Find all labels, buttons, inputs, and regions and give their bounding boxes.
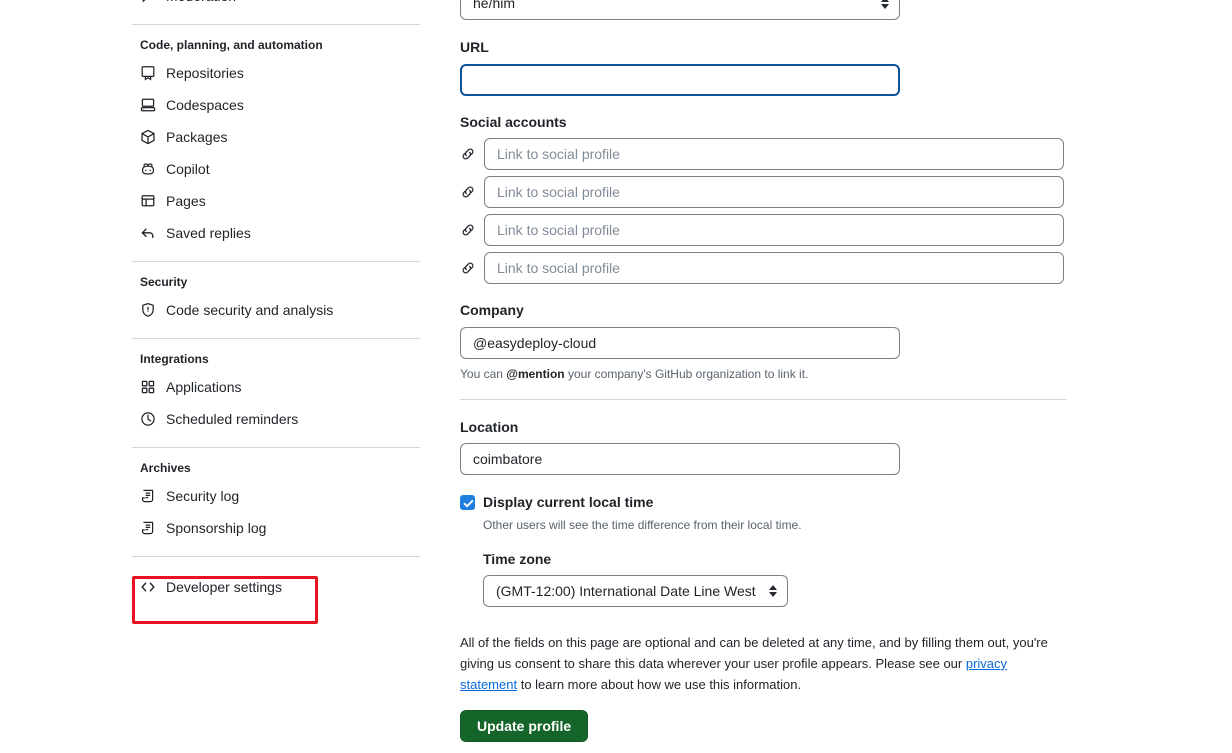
- sidebar-item-moderation[interactable]: Moderation: [132, 0, 422, 12]
- sidebar-item-label: Copilot: [166, 161, 210, 177]
- sidebar-item-label: Security log: [166, 488, 240, 504]
- sidebar-divider: [132, 24, 420, 25]
- package-icon: [140, 129, 156, 145]
- legal-text-part-1: All of the fields on this page are optio…: [460, 635, 1048, 671]
- sidebar-group-archives: Archives Security log Sponsorship log: [132, 462, 422, 544]
- sidebar-item-label: Saved replies: [166, 225, 251, 241]
- sidebar-group-integrations: Integrations Applications Scheduled remi…: [132, 353, 422, 435]
- sidebar-divider: [132, 261, 420, 262]
- social-profile-input[interactable]: [484, 176, 1064, 209]
- report-icon: [140, 0, 156, 4]
- apps-grid-icon: [140, 379, 156, 395]
- display-local-time-checkbox[interactable]: [460, 495, 475, 511]
- reply-icon: [140, 225, 156, 241]
- company-input[interactable]: [460, 326, 900, 359]
- pronouns-select[interactable]: [460, 0, 900, 20]
- sidebar-item-copilot[interactable]: Copilot: [132, 153, 422, 185]
- codespaces-icon: [140, 97, 156, 113]
- sidebar-divider: [132, 447, 420, 448]
- company-hint-before: You can: [460, 366, 507, 381]
- sidebar-item-label: Applications: [166, 379, 242, 395]
- url-label: URL: [460, 39, 489, 55]
- sidebar-divider: [132, 338, 420, 339]
- code-brackets-icon: [140, 579, 156, 595]
- legal-text-part-2: to learn more about how we use this info…: [517, 676, 802, 692]
- pronouns-select-wrapper: [460, 0, 900, 20]
- display-local-time-hint: Other users will see the time difference…: [483, 517, 802, 532]
- sidebar-item-scheduled-reminders[interactable]: Scheduled reminders: [132, 403, 422, 435]
- link-icon: [460, 146, 476, 162]
- sidebar-item-label: Moderation: [166, 0, 236, 3]
- sidebar-item-label: Scheduled reminders: [166, 411, 299, 427]
- sidebar-item-developer-settings[interactable]: Developer settings: [132, 571, 422, 603]
- sidebar-group-title: Integrations: [140, 352, 209, 366]
- sidebar-group-title: Code, planning, and automation: [140, 38, 323, 52]
- repo-icon: [140, 65, 156, 81]
- social-account-row: [460, 252, 1067, 285]
- log-scroll-icon: [140, 488, 156, 504]
- link-icon: [460, 184, 476, 200]
- social-profile-input[interactable]: [484, 138, 1064, 171]
- sidebar-group-title: Security: [140, 275, 188, 289]
- form-divider: [460, 398, 1067, 400]
- company-hint-after: your company's GitHub organization to li…: [564, 366, 809, 381]
- timezone-label: Time zone: [483, 550, 552, 567]
- sidebar-group-title: Archives: [140, 461, 191, 475]
- sidebar-item-applications[interactable]: Applications: [132, 371, 422, 403]
- legal-text: All of the fields on this page are optio…: [460, 633, 1067, 695]
- display-local-time-row: Display current local time: [460, 493, 1067, 511]
- sidebar-item-sponsorship-log[interactable]: Sponsorship log: [132, 512, 422, 544]
- link-icon: [460, 260, 476, 276]
- clock-icon: [140, 411, 156, 427]
- location-label: Location: [460, 418, 519, 435]
- sidebar-item-codespaces[interactable]: Codespaces: [132, 89, 422, 121]
- sidebar-group-code-planning-automation: Code, planning, and automation Repositor…: [132, 39, 422, 249]
- sidebar-item-label: Codespaces: [166, 97, 244, 113]
- chevron-down-icon[interactable]: [398, 0, 414, 4]
- update-profile-button[interactable]: Update profile: [460, 709, 589, 742]
- shield-check-icon: [140, 302, 156, 318]
- sidebar-item-label: Developer settings: [166, 579, 282, 595]
- display-local-time-label[interactable]: Display current local time: [483, 493, 653, 511]
- link-icon: [460, 222, 476, 238]
- timezone-select-wrapper: [483, 575, 788, 608]
- sidebar-item-pages[interactable]: Pages: [132, 185, 422, 217]
- sidebar-item-code-security-and-analysis[interactable]: Code security and analysis: [132, 294, 422, 326]
- company-hint-mention: @mention: [506, 366, 565, 381]
- url-input[interactable]: [460, 63, 900, 96]
- pages-icon: [140, 193, 156, 209]
- sidebar-divider: [132, 556, 420, 557]
- social-profile-input[interactable]: [484, 252, 1064, 285]
- copilot-icon: [140, 161, 156, 177]
- location-input[interactable]: [460, 443, 900, 476]
- social-profile-input[interactable]: [484, 214, 1064, 247]
- sidebar-item-label: Repositories: [166, 65, 244, 81]
- settings-sidebar: Moderation Code, planning, and automatio…: [132, 0, 422, 603]
- sidebar-item-saved-replies[interactable]: Saved replies: [132, 217, 422, 249]
- social-accounts-label: Social accounts: [460, 113, 567, 130]
- social-account-row: [460, 138, 1067, 171]
- sidebar-item-security-log[interactable]: Security log: [132, 480, 422, 512]
- social-account-row: [460, 214, 1067, 247]
- sidebar-item-label: Sponsorship log: [166, 520, 267, 536]
- sidebar-item-label: Code security and analysis: [166, 302, 334, 318]
- sidebar-item-label: Pages: [166, 193, 206, 209]
- sidebar-item-packages[interactable]: Packages: [132, 121, 422, 153]
- sidebar-item-label: Packages: [166, 129, 228, 145]
- company-hint: You can @mention your company's GitHub o…: [460, 365, 1067, 383]
- company-label: Company: [460, 302, 524, 319]
- settings-profile-page: Moderation Code, planning, and automatio…: [0, 0, 1232, 753]
- log-scroll-icon: [140, 520, 156, 536]
- sidebar-item-repositories[interactable]: Repositories: [132, 57, 422, 89]
- social-account-row: [460, 176, 1067, 209]
- timezone-block: Time zone: [483, 550, 1067, 608]
- sidebar-group-security: Security Code security and analysis: [132, 276, 422, 326]
- timezone-select[interactable]: [483, 575, 788, 608]
- profile-form: URL Social accounts: [460, 0, 1067, 742]
